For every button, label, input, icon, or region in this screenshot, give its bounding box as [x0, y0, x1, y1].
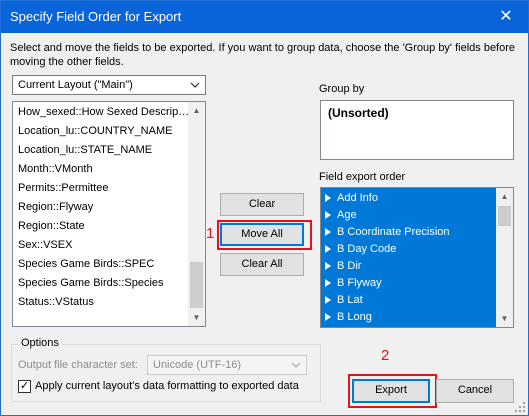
list-item[interactable]: Age [325, 207, 357, 224]
options-legend: Options [18, 337, 62, 349]
scroll-up-arrow-icon[interactable]: ▲ [496, 188, 513, 205]
window-title: Specify Field Order for Export [10, 9, 182, 24]
bullet-arrow-icon [325, 194, 331, 202]
group-by-label: Group by [319, 83, 365, 95]
close-icon[interactable]: ✕ [488, 3, 524, 31]
group-by-list[interactable]: (Unsorted) [320, 100, 514, 160]
chevron-down-icon [291, 362, 301, 368]
clear-all-button[interactable]: Clear All [220, 253, 304, 276]
bullet-arrow-icon [325, 313, 331, 321]
annotation-number-2: 2 [381, 347, 390, 364]
list-item-label: B Dir [337, 260, 362, 272]
bullet-arrow-icon [325, 211, 331, 219]
scroll-up-arrow-icon[interactable]: ▲ [188, 102, 205, 119]
list-item-label: B Day Code [337, 243, 397, 255]
list-item[interactable]: Sex::VSEX [18, 236, 72, 255]
field-export-order-label: Field export order [319, 171, 406, 183]
instructions-text: Select and move the fields to be exporte… [10, 42, 516, 68]
list-item-label: B Lat [337, 294, 363, 306]
title-bar: Specify Field Order for Export ✕ [1, 1, 528, 33]
cancel-button[interactable]: Cancel [436, 379, 514, 403]
list-item[interactable]: How_sexed::How Sexed Descrip… [18, 103, 189, 122]
source-fields-list[interactable]: How_sexed::How Sexed Descrip… Location_lu… [12, 101, 206, 327]
bullet-arrow-icon [325, 228, 331, 236]
apply-formatting-label: Apply current layout's data formatting t… [35, 380, 299, 392]
apply-formatting-checkbox[interactable]: ✓ [18, 380, 31, 393]
export-dialog: Specify Field Order for Export ✕ Select … [0, 0, 529, 416]
checkmark-icon: ✓ [19, 380, 30, 392]
bullet-arrow-icon [325, 245, 331, 253]
bullet-arrow-icon [325, 279, 331, 287]
highlight-box-export [348, 374, 437, 408]
list-item[interactable]: Status::VStatus [18, 293, 94, 312]
bullet-arrow-icon [325, 296, 331, 304]
list-item[interactable]: Species Game Birds::SPEC [18, 255, 154, 274]
layout-select-value: Current Layout ("Main") [18, 79, 133, 91]
clear-button[interactable]: Clear [220, 193, 304, 216]
list-item[interactable]: Location_lu::STATE_NAME [18, 141, 152, 160]
list-item[interactable]: Permits::Permittee [18, 179, 108, 198]
list-item[interactable]: Location_lu::COUNTRY_NAME [18, 122, 172, 141]
list-item[interactable]: B Lat [325, 292, 363, 309]
charset-value: Unicode (UTF-16) [153, 359, 242, 371]
charset-select[interactable]: Unicode (UTF-16) [147, 355, 307, 375]
source-list-scrollbar[interactable]: ▲ ▼ [188, 102, 205, 326]
group-by-value: (Unsorted) [328, 106, 389, 120]
scroll-thumb[interactable] [190, 262, 203, 308]
export-list-scrollbar[interactable]: ▲ ▼ [496, 188, 513, 327]
resize-grip-icon[interactable] [514, 401, 526, 413]
list-item[interactable]: B Dir [325, 258, 361, 275]
list-item[interactable]: Species Game Birds::Species [18, 274, 164, 293]
list-item-label: Age [337, 209, 357, 221]
list-item[interactable]: Month::VMonth [18, 160, 93, 179]
list-item-label: Add Info [337, 192, 378, 204]
scroll-down-arrow-icon[interactable]: ▼ [496, 310, 513, 327]
chevron-down-icon [190, 82, 200, 88]
list-item-label: B Flyway [337, 277, 382, 289]
list-item[interactable]: Region::State [18, 217, 85, 236]
list-item[interactable]: B Flyway [325, 275, 382, 292]
annotation-number-1: 1 [206, 225, 215, 242]
options-group: Options Output file character set: Unico… [11, 337, 321, 402]
list-item[interactable]: B Long [325, 309, 372, 326]
field-export-order-list[interactable]: Add Info Age B Coordinate Precision B Day C… [320, 187, 514, 328]
list-item-label: B Coordinate Precision [337, 226, 450, 238]
list-item[interactable]: Region::Flyway [18, 198, 93, 217]
list-item-label: B Long [337, 311, 372, 323]
list-item[interactable]: B Day Code [325, 241, 396, 258]
charset-label: Output file character set: [18, 359, 138, 371]
scroll-thumb[interactable] [498, 206, 511, 226]
layout-select[interactable]: Current Layout ("Main") [12, 75, 206, 95]
list-item[interactable]: Add Info [325, 190, 378, 207]
scroll-down-arrow-icon[interactable]: ▼ [188, 309, 205, 326]
bullet-arrow-icon [325, 262, 331, 270]
list-item[interactable]: B Coordinate Precision [325, 224, 450, 241]
highlight-box-move-all [217, 220, 312, 250]
